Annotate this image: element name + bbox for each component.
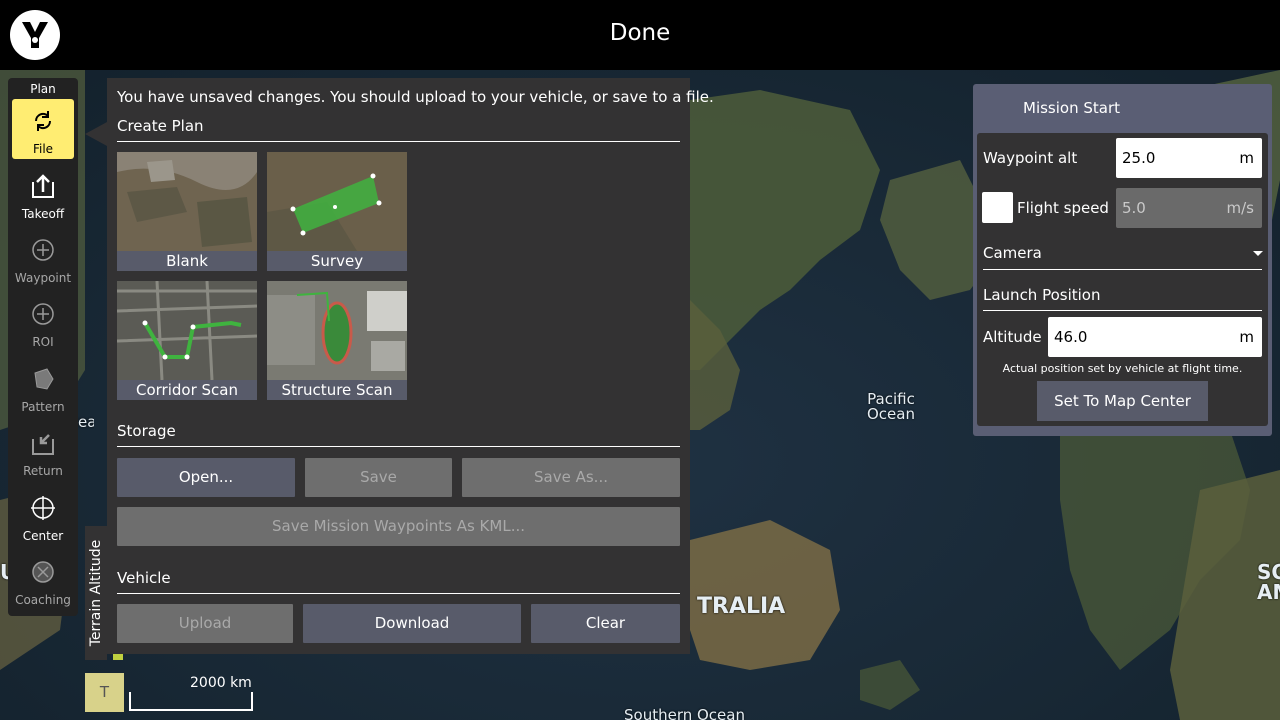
template-label: Blank — [117, 251, 257, 271]
corridor-scan-template-image — [117, 281, 257, 380]
coaching-icon — [29, 558, 57, 586]
launch-position-heading: Launch Position — [983, 286, 1101, 304]
pattern-icon — [29, 365, 57, 393]
upload-button[interactable]: Upload — [117, 604, 293, 643]
waypoint-alt-value: 25.0 — [1122, 149, 1156, 167]
toolbar-item-waypoint[interactable]: Waypoint — [12, 228, 74, 288]
save-button[interactable]: Save — [305, 458, 452, 497]
flight-speed-value: 5.0 — [1122, 199, 1146, 217]
panel-pointer — [85, 122, 107, 146]
plan-toolbar: Plan File Takeoff Waypoint ROI Pattern R… — [8, 78, 78, 616]
map-scale-label: 2000 km — [190, 675, 252, 691]
toolbar-item-takeoff[interactable]: Takeoff — [12, 164, 74, 224]
toolbar-item-coaching[interactable]: Coaching — [12, 550, 74, 610]
launch-position-note: Actual position set by vehicle at flight… — [1002, 362, 1243, 375]
return-icon — [29, 429, 57, 457]
altitude-field[interactable]: 46.0 m — [1048, 317, 1262, 357]
waypoint-alt-unit: m — [1239, 149, 1254, 167]
template-survey[interactable]: Survey — [267, 152, 407, 271]
toolbar-header: Plan — [30, 82, 56, 96]
vehicle-section: Vehicle — [117, 569, 680, 595]
storage-heading: Storage — [117, 422, 176, 440]
toolbar-item-file[interactable]: File — [12, 99, 74, 159]
template-label: Structure Scan — [267, 380, 407, 400]
map-label-pacific: Pacific Ocean — [867, 390, 915, 423]
altitude-label: Altitude — [983, 328, 1042, 346]
unsaved-changes-message: You have unsaved changes. You should upl… — [117, 88, 714, 106]
chevron-down-icon — [1253, 251, 1263, 256]
altitude-value: 46.0 — [1054, 328, 1088, 346]
open-button[interactable]: Open... — [117, 458, 295, 497]
plus-circle-icon — [29, 236, 57, 264]
map-label-australia: TRALIA — [697, 594, 786, 619]
flight-speed-unit: m/s — [1226, 199, 1254, 217]
file-sync-icon — [29, 107, 57, 135]
toolbar-item-label: Waypoint — [14, 271, 72, 285]
template-corridor-scan[interactable]: Corridor Scan — [117, 281, 257, 400]
waypoint-alt-label: Waypoint alt — [983, 149, 1078, 167]
template-label: Survey — [267, 251, 407, 271]
template-structure-scan[interactable]: Structure Scan — [267, 281, 407, 400]
done-button[interactable]: Done — [0, 20, 1280, 46]
save-kml-button[interactable]: Save Mission Waypoints As KML... — [117, 507, 680, 546]
download-button[interactable]: Download — [303, 604, 521, 643]
toolbar-item-label: Return — [23, 464, 63, 478]
flight-speed-field[interactable]: 5.0 m/s — [1116, 188, 1262, 228]
survey-template-image — [267, 152, 407, 251]
waypoint-alt-field[interactable]: 25.0 m — [1116, 138, 1262, 178]
flight-speed-label: Flight speed — [1017, 199, 1109, 217]
mission-start-heading[interactable]: Mission Start — [1023, 99, 1120, 117]
top-bar: Done — [0, 0, 1280, 70]
template-label: Corridor Scan — [117, 380, 257, 400]
terrain-toggle-button[interactable]: T — [85, 673, 124, 712]
toolbar-item-label: Pattern — [21, 400, 65, 414]
flight-speed-checkbox[interactable] — [982, 192, 1013, 223]
set-to-map-center-button[interactable]: Set To Map Center — [1037, 381, 1208, 421]
toolbar-item-label: File — [32, 142, 54, 156]
camera-dropdown[interactable]: Camera — [983, 244, 1042, 262]
storage-section: Storage — [117, 422, 680, 448]
toolbar-item-center[interactable]: Center — [12, 486, 74, 546]
toolbar-item-label: Center — [22, 529, 64, 543]
toolbar-item-label: ROI — [32, 335, 54, 349]
vehicle-heading: Vehicle — [117, 569, 171, 587]
clear-button[interactable]: Clear — [531, 604, 680, 643]
takeoff-icon — [29, 172, 57, 200]
structure-scan-template-image — [267, 281, 407, 380]
map-label-southern-ocean: Southern Ocean — [624, 706, 745, 720]
terrain-altitude-tab[interactable]: Terrain Altitude — [85, 526, 107, 660]
terrain-altitude-label: Terrain Altitude — [88, 539, 104, 647]
template-blank[interactable]: Blank — [117, 152, 257, 271]
create-plan-heading: Create Plan — [117, 117, 204, 135]
toolbar-item-pattern[interactable]: Pattern — [12, 357, 74, 417]
toolbar-item-label: Coaching — [15, 593, 71, 607]
blank-template-image — [117, 152, 257, 251]
crosshair-icon — [29, 494, 57, 522]
plus-circle-icon — [29, 300, 57, 328]
map-label-south-america: SO AM — [1257, 562, 1280, 602]
create-plan-section: Create Plan — [117, 117, 680, 143]
toolbar-item-roi[interactable]: ROI — [12, 292, 74, 352]
map-scale-bar — [129, 692, 253, 711]
altitude-unit: m — [1239, 328, 1254, 346]
terrain-indicator — [113, 654, 123, 660]
toolbar-item-return[interactable]: Return — [12, 421, 74, 481]
save-as-button[interactable]: Save As... — [462, 458, 680, 497]
toolbar-item-label: Takeoff — [21, 207, 65, 221]
